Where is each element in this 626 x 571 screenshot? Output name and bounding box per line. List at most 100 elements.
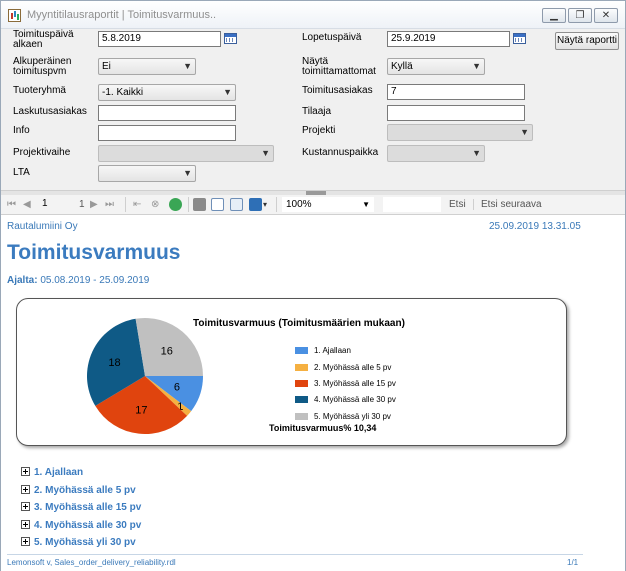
group-row[interactable]: 4. Myöhässä alle 30 pv: [21, 519, 142, 538]
pie-chart: 61171816: [87, 318, 203, 434]
lta-label: LTA: [13, 167, 30, 178]
legend-swatch: [295, 364, 308, 371]
find-input[interactable]: [383, 197, 441, 212]
report-app-icon: [8, 9, 21, 22]
project-phase-select[interactable]: ▼: [98, 145, 274, 162]
back-icon[interactable]: ⇤: [133, 198, 141, 211]
page-setup-icon[interactable]: [230, 198, 243, 211]
group-row[interactable]: 3. Myöhässä alle 15 pv: [21, 502, 141, 520]
project-label: Projekti: [302, 125, 336, 136]
original-date-value: Ei: [102, 61, 111, 72]
toolbar-separator: [473, 199, 474, 210]
show-undelivered-select[interactable]: Kyllä ▼: [387, 58, 485, 75]
view-report-button[interactable]: Näytä raportti: [555, 32, 619, 50]
last-page-icon[interactable]: ⏭: [105, 198, 114, 211]
expand-icon[interactable]: [21, 502, 30, 511]
footer-divider: [7, 554, 583, 555]
chevron-down-icon: ▼: [520, 127, 529, 137]
previous-page-icon[interactable]: ◀: [23, 198, 31, 211]
calendar-icon[interactable]: [513, 33, 526, 44]
pie-slice-label: 16: [161, 345, 173, 357]
legend-swatch: [295, 347, 308, 354]
toolbar-separator: [188, 197, 189, 212]
current-page-input[interactable]: 1: [39, 197, 69, 212]
report-title: Toimitusvarmuus: [7, 241, 181, 264]
first-page-icon[interactable]: ⏮: [7, 198, 16, 211]
title-bar: Myyntitilausraportit | Toimitusvarmuus..…: [1, 1, 625, 29]
chevron-down-icon: ▼: [472, 61, 481, 71]
info-label: Info: [13, 125, 30, 136]
legend-swatch: [295, 413, 308, 420]
report-timestamp: 25.09.2019 13.31.05: [489, 221, 581, 232]
pie-slice-label: 18: [108, 357, 120, 369]
chevron-down-icon: ▼: [183, 61, 192, 71]
group-label: 2. Myöhässä alle 5 pv: [34, 484, 136, 496]
info-input[interactable]: [98, 125, 236, 141]
minimize-button[interactable]: ▁: [542, 8, 566, 23]
end-date-label: Lopetuspäivä: [302, 32, 362, 43]
find-next-link[interactable]: Etsi seuraava: [481, 198, 542, 211]
group-row[interactable]: 5. Myöhässä yli 30 pv: [21, 537, 141, 555]
chevron-down-icon: ▼: [223, 87, 232, 97]
original-date-select[interactable]: Ei ▼: [98, 58, 196, 75]
lta-select[interactable]: ▼: [98, 165, 196, 182]
chevron-down-icon: ▼: [183, 168, 192, 178]
report-period: Ajalta: 05.08.2019 - 25.09.2019: [7, 275, 149, 286]
zoom-select[interactable]: 100% ▼: [282, 197, 374, 212]
total-pages: 1: [79, 199, 85, 210]
group-label: 5. Myöhässä yli 30 pv: [34, 537, 136, 548]
project-phase-label: Projektivaihe: [13, 147, 71, 158]
report-canvas: Rautalumiini Oy 25.09.2019 13.31.05 Toim…: [1, 215, 625, 571]
chevron-down-icon: ▼: [472, 148, 481, 158]
expand-icon[interactable]: [21, 484, 30, 494]
find-link[interactable]: Etsi: [449, 198, 466, 211]
export-icon[interactable]: [249, 198, 262, 211]
close-button[interactable]: ✕: [594, 8, 618, 23]
legend-label: 2. Myöhässä alle 5 pv: [314, 363, 392, 372]
legend-swatch: [295, 380, 308, 387]
expand-icon[interactable]: [21, 519, 30, 529]
zoom-value: 100%: [286, 199, 312, 210]
expand-icon[interactable]: [21, 537, 30, 546]
legend-item: 5. Myöhässä yli 30 pv: [295, 412, 391, 422]
start-date-input[interactable]: 5.8.2019: [98, 31, 221, 47]
summary-value: 10,34: [353, 423, 377, 433]
group-row[interactable]: 2. Myöhässä alle 5 pv: [21, 484, 141, 503]
report-window: Myyntitilausraportit | Toimitusvarmuus..…: [0, 0, 626, 571]
delivery-customer-input[interactable]: 7: [387, 84, 525, 100]
stop-icon[interactable]: ⊗: [151, 198, 159, 211]
start-date-label: Toimituspäivä alkaen: [13, 29, 74, 50]
end-date-input[interactable]: 25.9.2019: [387, 31, 510, 47]
expand-icon[interactable]: [21, 467, 30, 476]
legend-item: 2. Myöhässä alle 5 pv: [295, 363, 391, 373]
show-undelivered-label: Näytä toimittamattomat: [302, 56, 376, 77]
legend-swatch: [295, 396, 308, 403]
report-toolbar: ⏮ ◀ 1 1 ▶ ⏭ ⇤ ⊗ ▾ 100% ▼ Etsi Etsi seura…: [1, 195, 625, 215]
product-group-select[interactable]: -1. Kaikki ▼: [98, 84, 236, 101]
legend-label: 3. Myöhässä alle 15 pv: [314, 379, 396, 388]
orderer-label: Tilaaja: [302, 106, 332, 117]
chevron-down-icon[interactable]: ▾: [263, 198, 267, 211]
maximize-button[interactable]: ❐: [568, 8, 592, 23]
print-icon[interactable]: [193, 198, 206, 211]
legend-item: 3. Myöhässä alle 15 pv: [295, 379, 396, 389]
invoice-customer-input[interactable]: [98, 105, 236, 121]
cost-center-select[interactable]: ▼: [387, 145, 485, 162]
company-name: Rautalumiini Oy: [7, 221, 78, 232]
refresh-icon[interactable]: [169, 198, 182, 211]
chart-container: 6 1 17 18 16 Toimitusvarmuus (Toimitusmäärie…: [16, 298, 567, 446]
product-group-label: Tuoteryhmä: [13, 85, 66, 96]
orderer-input[interactable]: [387, 105, 525, 121]
group-row[interactable]: 1. Ajallaan: [21, 467, 141, 485]
print-layout-icon[interactable]: [211, 198, 224, 211]
group-label: 4. Myöhässä alle 30 pv: [34, 519, 142, 531]
calendar-icon[interactable]: [224, 33, 237, 44]
summary-label: Toimitusvarmuus%: [269, 423, 352, 433]
group-list: 1. Ajallaan 2. Myöhässä alle 5 pv 3. Myöhä…: [21, 467, 141, 555]
legend-label: 1. Ajallaan: [314, 346, 351, 355]
period-label: Ajalta:: [7, 275, 38, 286]
next-page-icon[interactable]: ▶: [90, 198, 98, 211]
project-select[interactable]: ▼: [387, 124, 533, 141]
group-label: 3. Myöhässä alle 15 pv: [34, 502, 142, 513]
pie-slice-label: 17: [135, 404, 147, 416]
